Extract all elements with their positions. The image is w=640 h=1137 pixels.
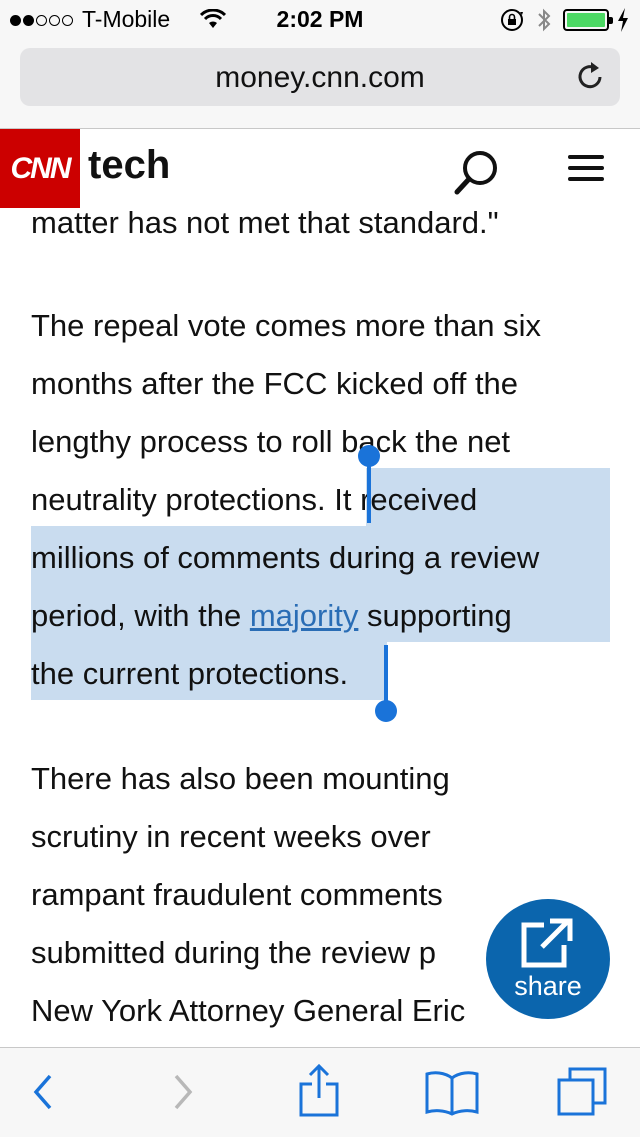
- forward-icon[interactable]: [170, 1070, 196, 1114]
- site-header: CNN tech: [0, 129, 640, 208]
- selection-end-handle[interactable]: [375, 700, 397, 722]
- reload-icon[interactable]: [576, 60, 606, 92]
- paragraph-line: New York Attorney General Eric: [31, 993, 466, 1028]
- cnn-logo[interactable]: CNN: [0, 129, 80, 208]
- url-text[interactable]: money.cnn.com: [20, 61, 620, 95]
- majority-link[interactable]: majority: [250, 598, 359, 633]
- bluetooth-icon: [538, 8, 551, 32]
- paragraph-line: months after the FCC kicked off the: [31, 366, 519, 401]
- tabs-icon[interactable]: [556, 1066, 608, 1118]
- paragraph-line: There has also been mounting: [31, 761, 450, 796]
- paragraph-line: period, with the majority supporting: [31, 598, 512, 633]
- paragraph-line: neutrality protections. It received: [31, 482, 478, 517]
- share-button[interactable]: share: [486, 899, 610, 1019]
- browser-toolbar: [0, 1047, 640, 1137]
- paragraph-line: matter has not met that standard.": [31, 205, 499, 240]
- lock-rotation-icon: [501, 9, 523, 31]
- charging-bolt-icon: [618, 8, 628, 32]
- paragraph-line: millions of comments during a review: [31, 540, 540, 575]
- share-label: share: [514, 971, 582, 1001]
- paragraph-line: scrutiny in recent weeks over: [31, 819, 431, 854]
- status-bar: T-Mobile 2:02 PM: [0, 0, 640, 40]
- paragraph-line: the current protections.: [31, 656, 349, 691]
- paragraph-line: rampant fraudulent comments: [31, 877, 443, 912]
- back-icon[interactable]: [30, 1070, 56, 1114]
- browser-address-area: money.cnn.com: [0, 40, 640, 129]
- battery-icon: [563, 9, 613, 31]
- paragraph-line: lengthy process to roll back the net: [31, 424, 511, 459]
- menu-icon[interactable]: [568, 153, 606, 183]
- address-bar[interactable]: money.cnn.com: [20, 48, 620, 106]
- search-icon[interactable]: [452, 147, 502, 197]
- section-title[interactable]: tech: [88, 143, 170, 188]
- bookmarks-icon[interactable]: [424, 1068, 480, 1116]
- share-sheet-icon[interactable]: [298, 1064, 340, 1118]
- share-icon: [521, 918, 573, 968]
- paragraph-line: submitted during the review p: [31, 935, 436, 970]
- paragraph-line: The repeal vote comes more than six: [31, 308, 542, 343]
